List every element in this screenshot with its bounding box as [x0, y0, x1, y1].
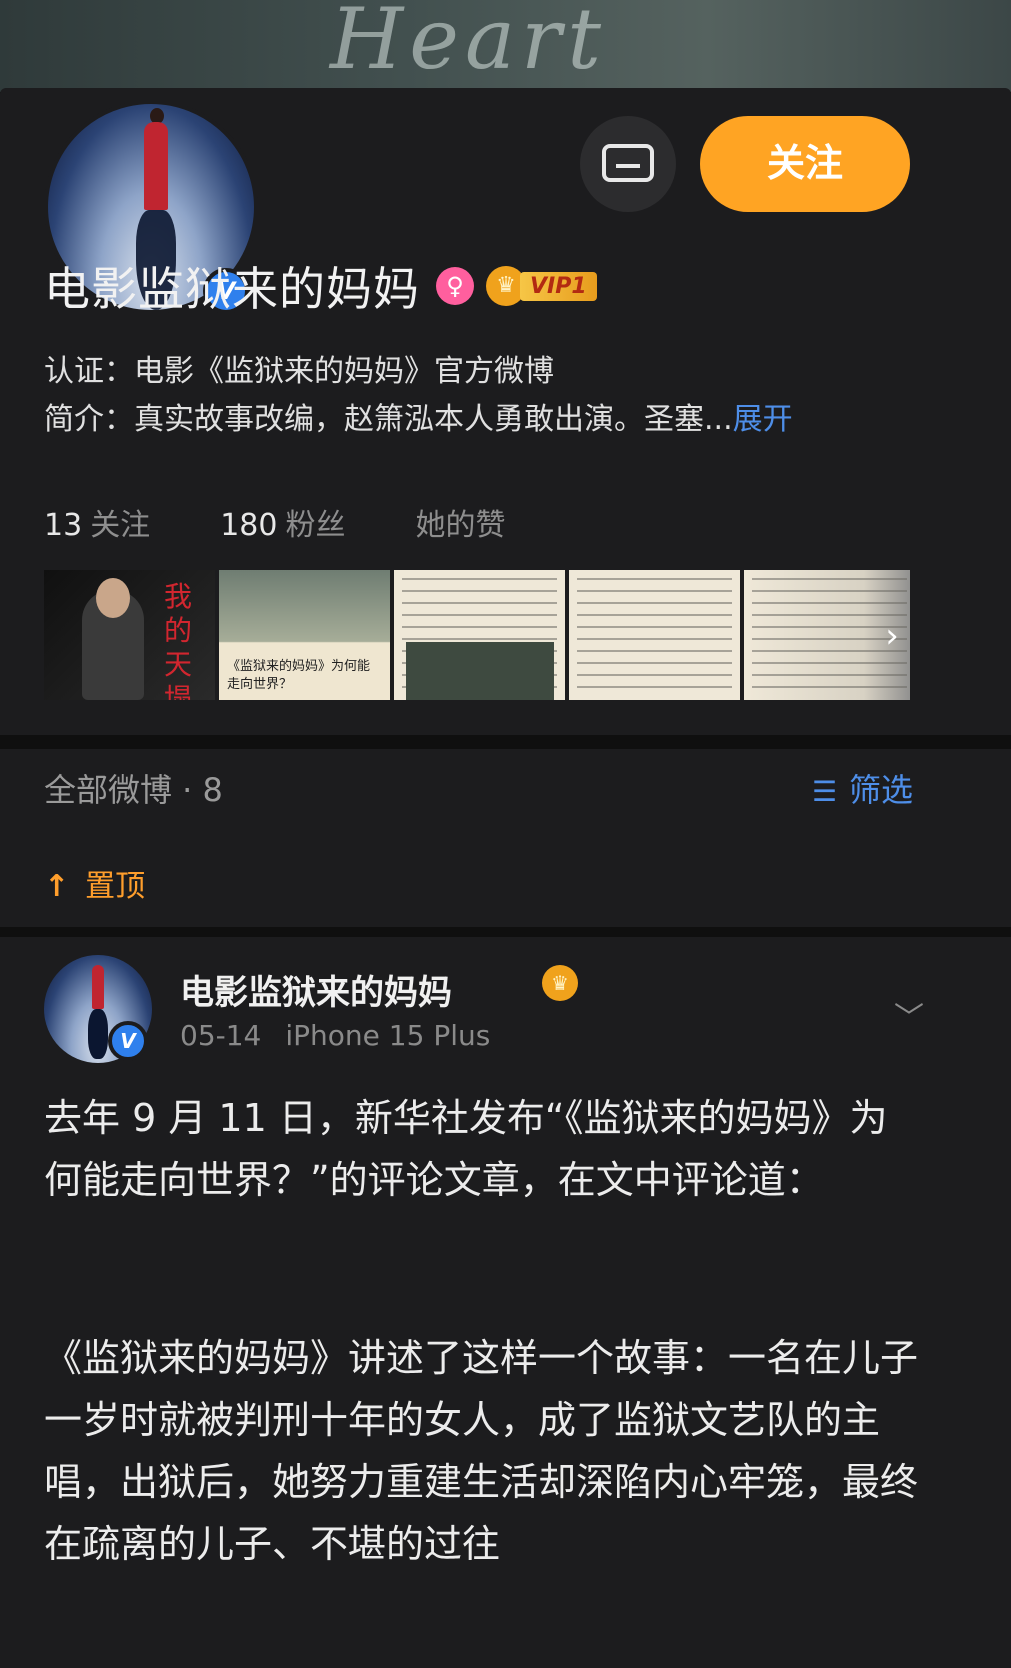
likes-stat[interactable]: 她的赞: [415, 500, 505, 544]
all-posts-label[interactable]: 全部微博 · 8: [44, 765, 223, 811]
filter-label: 筛选: [848, 771, 913, 809]
post-paragraph: 去年 9 月 11 日，新华社发布“《监狱来的妈妈》为何能走向世界？”的评论文章…: [44, 1096, 888, 1202]
verification-info: 认证：电影《监狱来的妈妈》官方微博: [44, 354, 554, 389]
arrow-up-icon: ↑: [44, 869, 70, 904]
followers-count: 180: [220, 508, 278, 543]
profile-name-row: 电影监狱来的妈妈 ♀ ♛ VIP1: [44, 256, 597, 316]
post-author[interactable]: 电影监狱来的妈妈: [180, 965, 452, 1014]
profile-name: 电影监狱来的妈妈: [44, 262, 420, 316]
expand-link[interactable]: 展开: [733, 402, 793, 437]
post-paragraph: 《监狱来的妈妈》讲述了这样一个故事：一名在儿子一岁时就被判刑十年的女人，成了监狱…: [44, 1336, 919, 1566]
pinned-label: 置顶: [85, 869, 146, 904]
following-label: 关注: [90, 508, 151, 543]
profile-card: V 关注 电影监狱来的妈妈 ♀ ♛ VIP1 认证：电影《监狱来的妈妈》官方微博…: [0, 88, 1011, 788]
intro-text: 简介：真实故事改编，赵箫泓本人勇敢出演。圣塞...: [44, 402, 733, 437]
chevron-right-icon[interactable]: ›: [875, 614, 909, 658]
crown-icon: ♛: [542, 965, 578, 1001]
follow-button[interactable]: 关注: [700, 116, 910, 212]
verified-icon: V: [108, 1021, 148, 1061]
likes-label: 她的赞: [415, 508, 506, 543]
post-feed: ↑ 置顶 V 电影监狱来的妈妈 ♛ 05-14 iPhone 15 Plus ﹀ 去…: [0, 831, 1011, 1668]
chevron-down-icon[interactable]: ﹀: [894, 993, 924, 1037]
section-divider: [0, 735, 1011, 749]
album-thumb[interactable]: 《监狱来的妈妈》为何能走向世界？: [219, 570, 390, 700]
album-thumb[interactable]: 我的天塌: [44, 570, 215, 700]
message-icon: [602, 144, 654, 182]
pinned-indicator: ↑ 置顶: [44, 861, 145, 905]
filter-button[interactable]: ☰ 筛选: [812, 765, 913, 811]
posts-header: 全部微博 · 8 ☰ 筛选: [0, 749, 1011, 831]
album-thumb[interactable]: [569, 570, 740, 700]
vip-label: VIP1: [520, 271, 597, 301]
following-count: 13: [44, 508, 83, 543]
post-date: 05-14: [180, 1019, 262, 1052]
post-source: iPhone 15 Plus: [285, 1019, 491, 1052]
profile-banner: Heart: [0, 0, 1011, 92]
followers-stat[interactable]: 180 粉丝: [220, 500, 345, 544]
filter-icon: ☰: [811, 775, 837, 808]
following-stat[interactable]: 13 关注: [44, 500, 150, 544]
profile-intro: 简介：真实故事改编，赵箫泓本人勇敢出演。圣塞...展开: [44, 394, 944, 438]
message-button[interactable]: [580, 116, 676, 212]
feed-divider: [0, 927, 1011, 937]
thumb-caption: 《监狱来的妈妈》为何能走向世界？: [227, 659, 371, 692]
album-thumb[interactable]: ›: [744, 570, 910, 700]
banner-text: Heart: [330, 0, 607, 88]
female-icon: ♀: [436, 267, 474, 305]
profile-stats: 13 关注 180 粉丝 她的赞: [44, 500, 575, 544]
post-meta: 05-14 iPhone 15 Plus: [180, 1019, 490, 1052]
thumb-caption: 我的天塌: [164, 580, 193, 700]
vip-badge[interactable]: ♛ VIP1: [486, 266, 597, 306]
followers-label: 粉丝: [285, 508, 346, 543]
album-strip: 我的天塌 《监狱来的妈妈》为何能走向世界？ ›: [44, 570, 910, 700]
album-thumb[interactable]: [394, 570, 565, 700]
